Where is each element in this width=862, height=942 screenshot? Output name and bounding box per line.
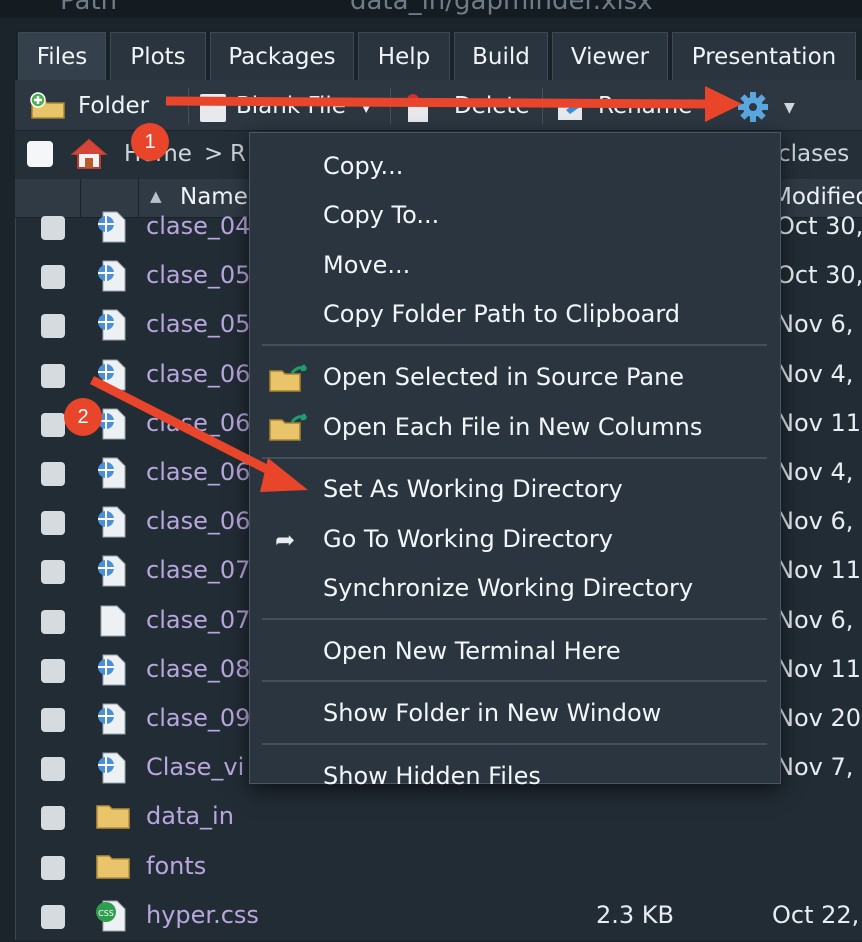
annotation-badge-2: 2 [64,398,102,436]
annotation-arrowhead-1 [705,86,742,122]
annotation-badge-1: 1 [131,123,169,161]
annotation-arrow-2 [89,375,283,481]
annotation-arrow-1 [165,96,709,109]
annotation-arrowhead-2 [260,458,308,492]
annotation-arrows [89,86,742,492]
